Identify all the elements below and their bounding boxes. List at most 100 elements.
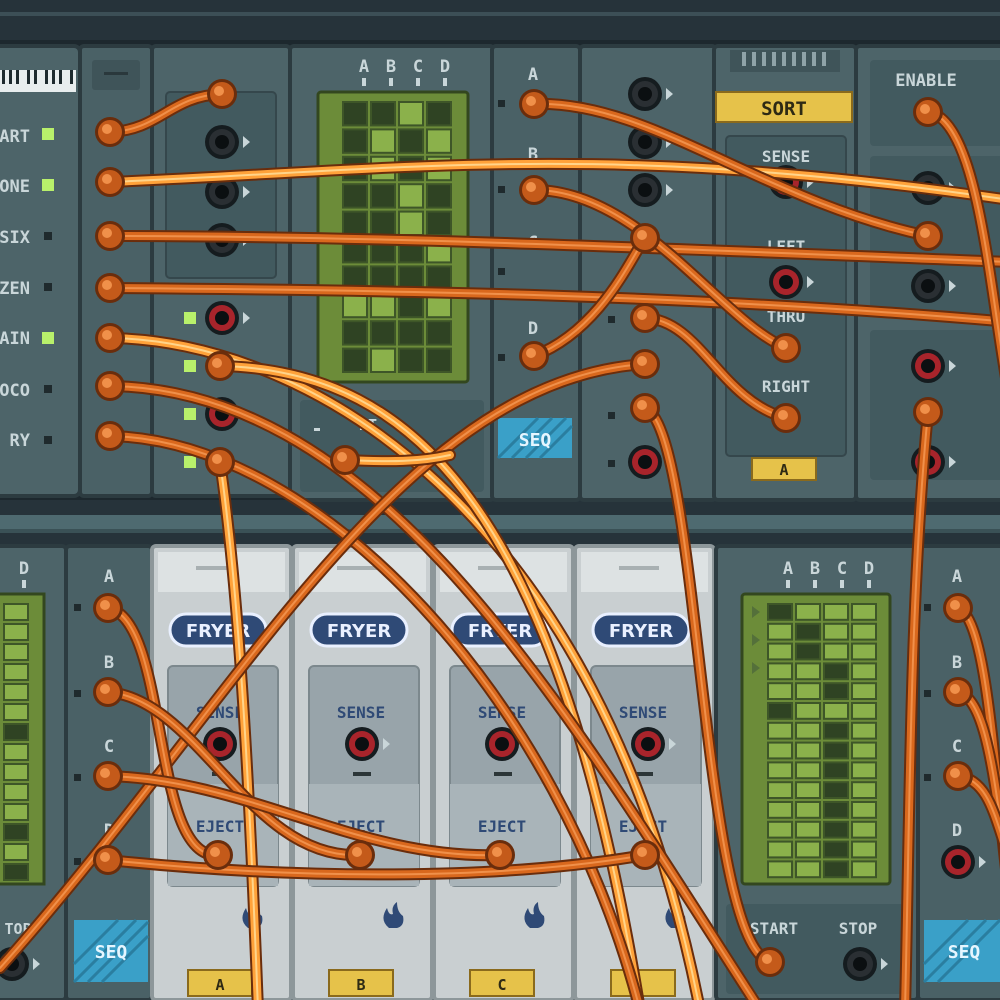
seq-top-cell[interactable]	[426, 101, 452, 127]
cable-plug[interactable]	[207, 79, 237, 109]
seq-br-cell[interactable]	[795, 603, 821, 621]
seq-br-cell[interactable]	[851, 662, 877, 681]
seq-br-cell[interactable]	[823, 662, 849, 681]
seq-br-cell[interactable]	[851, 603, 877, 621]
seq-bl-cell[interactable]	[3, 643, 29, 661]
cable-plug[interactable]	[630, 840, 660, 870]
seq-top-cell[interactable]	[370, 101, 396, 127]
cable-plug[interactable]	[630, 393, 660, 423]
seq-br-cell[interactable]	[851, 741, 877, 760]
seq-bl-cell[interactable]	[3, 663, 29, 681]
cable-plug[interactable]	[93, 845, 123, 875]
cable-plug[interactable]	[943, 593, 973, 623]
seq-br-cell[interactable]	[767, 761, 793, 780]
seq-br-cell[interactable]	[795, 860, 821, 879]
seq-top-cell[interactable]	[426, 320, 452, 346]
seq-bl-cell[interactable]	[3, 843, 29, 861]
seq-br-cell[interactable]	[823, 840, 849, 859]
seq-br-cell[interactable]	[851, 820, 877, 839]
cable-plug[interactable]	[95, 323, 125, 353]
cable-plug[interactable]	[630, 223, 660, 253]
cable-plug[interactable]	[519, 89, 549, 119]
cable-plug[interactable]	[93, 761, 123, 791]
seq-br-cell[interactable]	[823, 820, 849, 839]
seq-br-cell[interactable]	[767, 721, 793, 740]
cable-plug[interactable]	[519, 175, 549, 205]
seq-top-cell[interactable]	[370, 128, 396, 154]
seq-br-cell[interactable]	[851, 781, 877, 800]
seq-br-cell[interactable]	[795, 702, 821, 720]
seq-bl-cell[interactable]	[3, 803, 29, 821]
seq-br-cell[interactable]	[823, 801, 849, 819]
seq-br-cell[interactable]	[767, 840, 793, 859]
cable-plug[interactable]	[943, 761, 973, 791]
cable-plug[interactable]	[485, 840, 515, 870]
seq-br-cell[interactable]	[767, 860, 793, 879]
cable-plug[interactable]	[205, 447, 235, 477]
seq-br-cell[interactable]	[795, 761, 821, 780]
cable-plug[interactable]	[95, 273, 125, 303]
cable-plug[interactable]	[913, 97, 943, 127]
seq-top-cell[interactable]	[342, 292, 368, 319]
seq-br-cell[interactable]	[851, 761, 877, 780]
cable-plug[interactable]	[330, 445, 360, 475]
seq-top-cell[interactable]	[398, 347, 424, 374]
seq-br-cell[interactable]	[795, 781, 821, 800]
cable-plug[interactable]	[913, 397, 943, 427]
seq-br-cell[interactable]	[851, 622, 877, 641]
seq-top-cell[interactable]	[426, 265, 452, 291]
cable-plug[interactable]	[755, 947, 785, 977]
seq-bl-cell[interactable]	[3, 743, 29, 761]
seq-top-cell[interactable]	[398, 320, 424, 346]
seq-br-cell[interactable]	[851, 642, 877, 661]
seq-br-cell[interactable]	[767, 820, 793, 839]
seq-br-cell[interactable]	[823, 642, 849, 661]
cable-plug[interactable]	[345, 840, 375, 870]
seq-br-cell[interactable]	[795, 801, 821, 819]
seq-br-cell[interactable]	[767, 662, 793, 681]
seq-br-cell[interactable]	[851, 721, 877, 740]
patch-cable[interactable]	[339, 449, 456, 468]
seq-top-cell[interactable]	[398, 210, 424, 237]
seq-br-cell[interactable]	[795, 741, 821, 760]
seq-top-cell[interactable]	[342, 101, 368, 127]
seq-top-cell[interactable]	[426, 210, 452, 237]
seq-top-cell[interactable]	[370, 320, 396, 346]
seq-br-cell[interactable]	[851, 682, 877, 701]
cable-plug[interactable]	[943, 677, 973, 707]
seq-top-cell[interactable]	[426, 183, 452, 209]
seq-br-cell[interactable]	[795, 682, 821, 701]
seq-br-cell[interactable]	[767, 741, 793, 760]
seq-br-cell[interactable]	[823, 860, 849, 879]
seq-top-cell[interactable]	[342, 320, 368, 346]
cable-plug[interactable]	[630, 303, 660, 333]
seq-br-cell[interactable]	[767, 801, 793, 819]
cable-plug[interactable]	[630, 349, 660, 379]
cable-plug[interactable]	[95, 167, 125, 197]
seq-top-cell[interactable]	[342, 183, 368, 209]
seq-br-cell[interactable]	[823, 682, 849, 701]
seq-top-cell[interactable]	[398, 128, 424, 154]
seq-bl-cell[interactable]	[3, 763, 29, 781]
seq-top-cell[interactable]	[342, 210, 368, 237]
cable-plug[interactable]	[519, 341, 549, 371]
seq-br-cell[interactable]	[851, 840, 877, 859]
seq-br-cell[interactable]	[767, 682, 793, 701]
seq-br-cell[interactable]	[767, 622, 793, 641]
seq-bl-cell[interactable]	[3, 823, 29, 841]
seq-br-cell[interactable]	[767, 702, 793, 720]
cable-plug[interactable]	[95, 221, 125, 251]
seq-bl-cell[interactable]	[3, 623, 29, 641]
cable-plug[interactable]	[205, 351, 235, 381]
cable-plug[interactable]	[771, 333, 801, 363]
seq-top-cell[interactable]	[342, 347, 368, 374]
seq-bl-cell[interactable]	[3, 603, 29, 621]
seq-br-cell[interactable]	[823, 781, 849, 800]
cable-plug[interactable]	[93, 593, 123, 623]
seq-br-cell[interactable]	[795, 622, 821, 641]
seq-bl-cell[interactable]	[3, 783, 29, 801]
seq-top-cell[interactable]	[370, 210, 396, 237]
seq-br-cell[interactable]	[795, 662, 821, 681]
seq-bl-cell[interactable]	[3, 863, 29, 881]
seq-top-cell[interactable]	[370, 183, 396, 209]
